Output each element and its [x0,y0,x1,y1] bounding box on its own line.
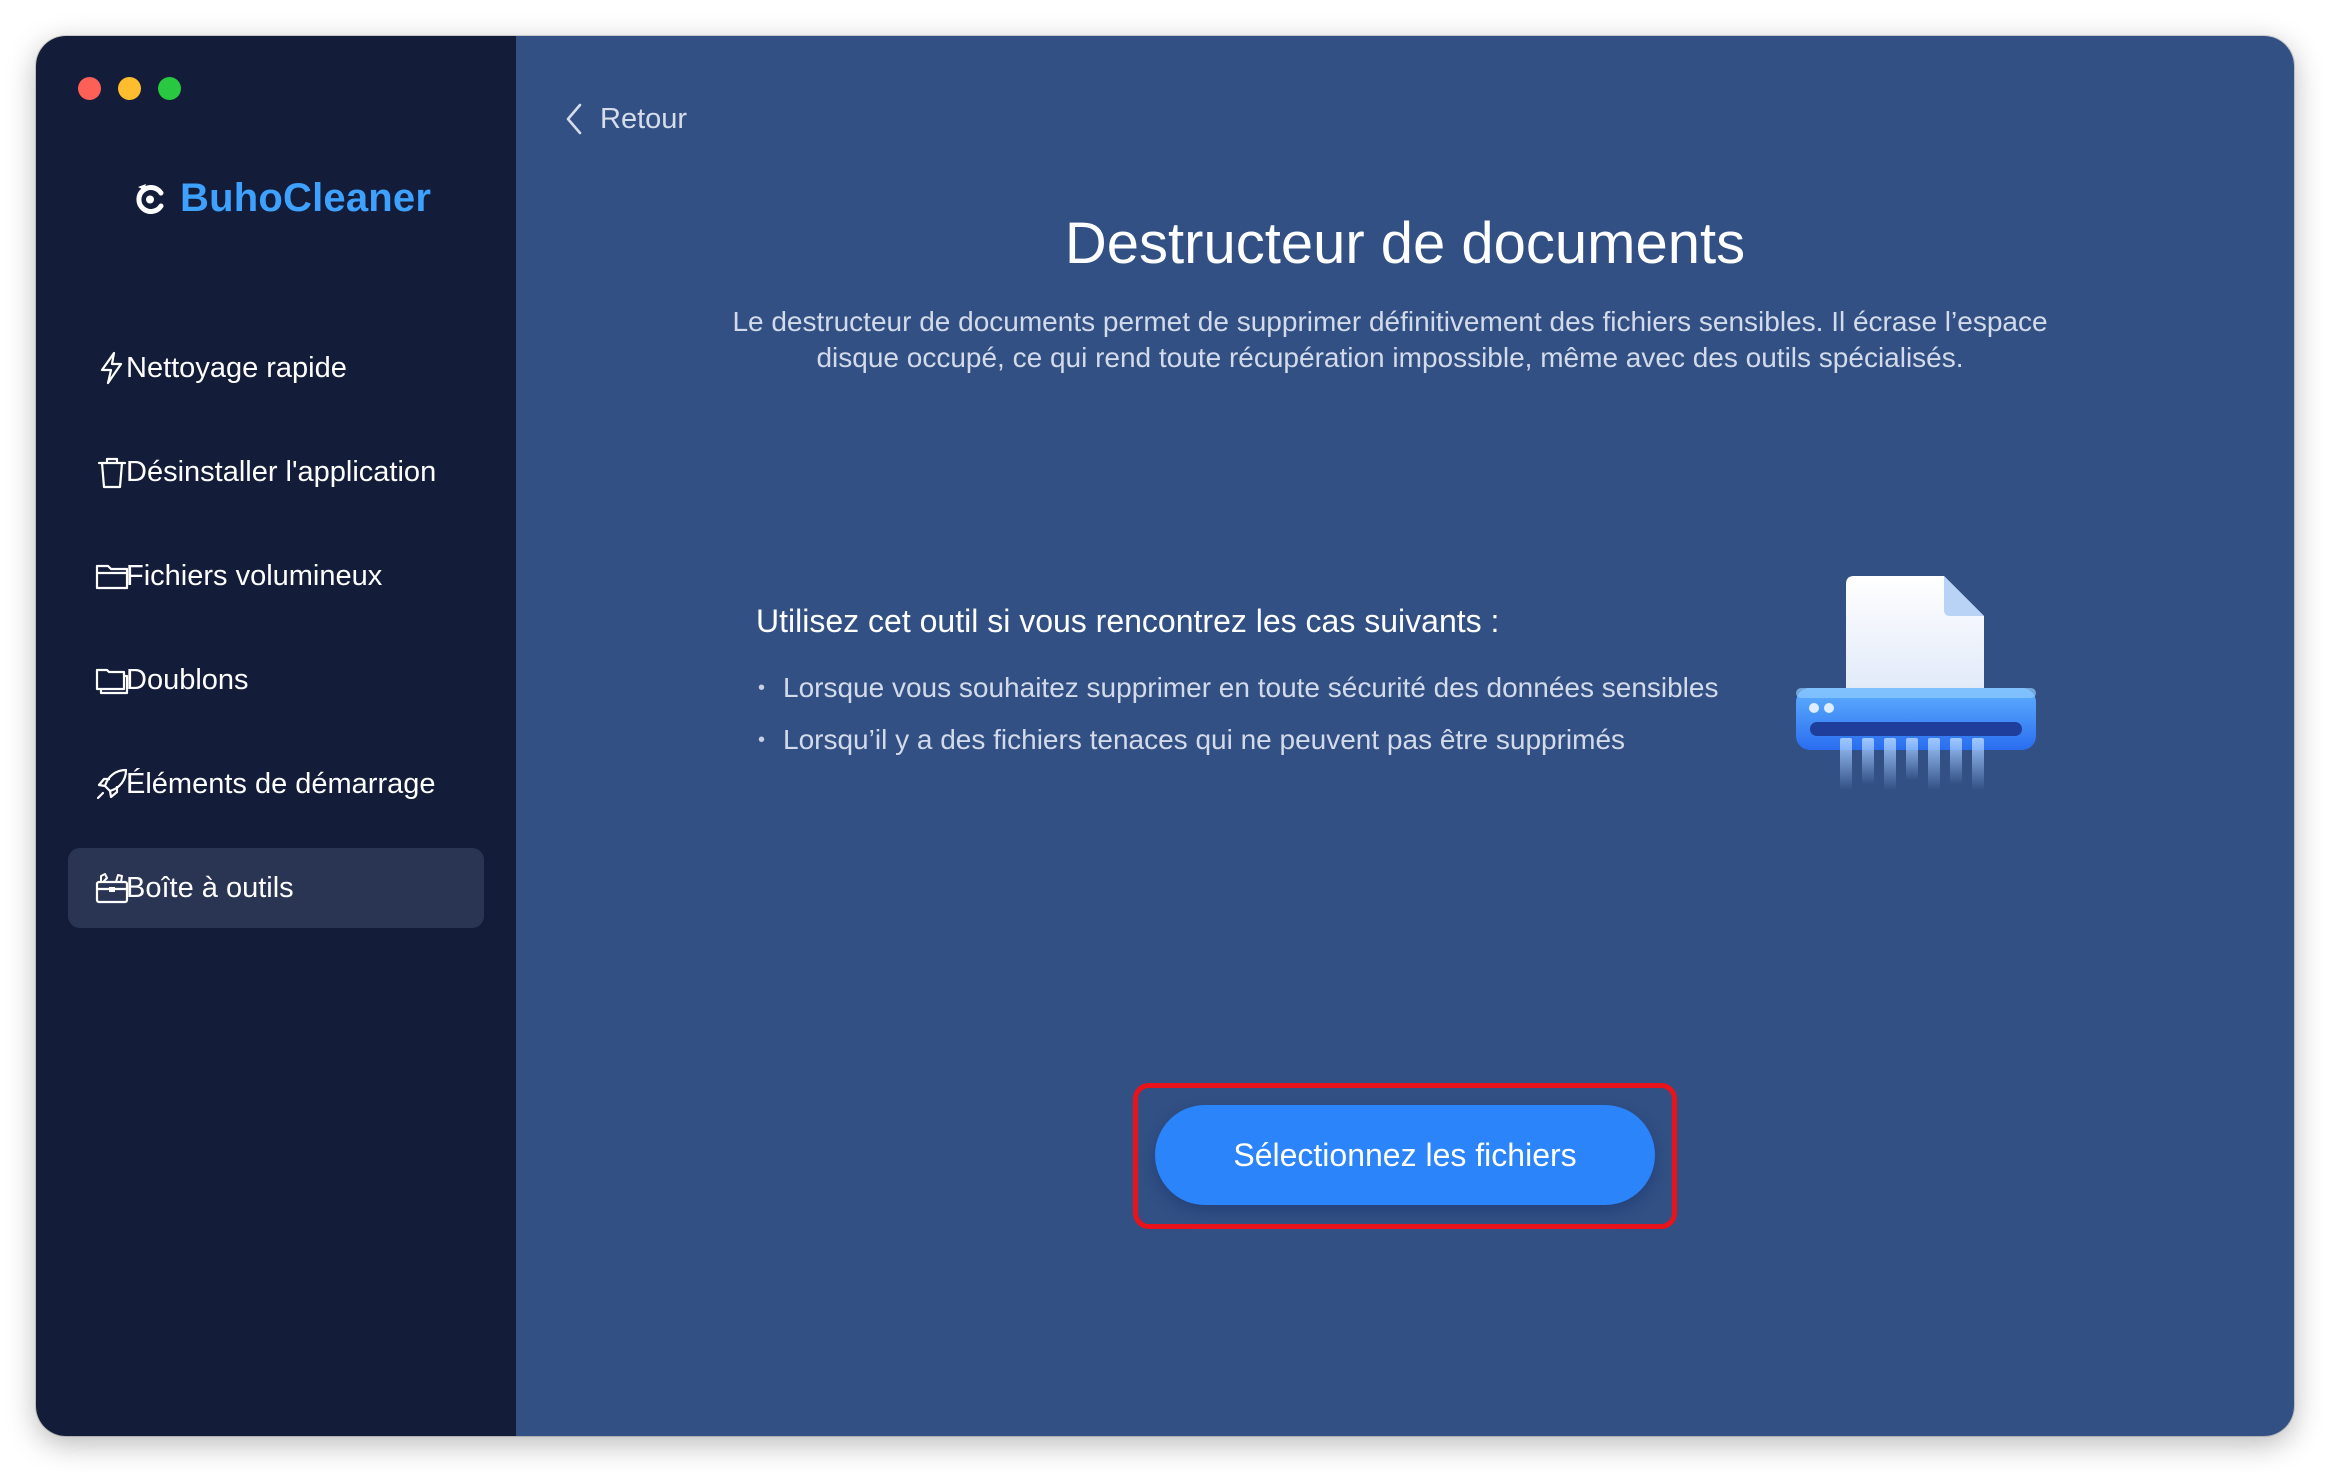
sidebar-item-desinstaller[interactable]: Désinstaller l'application [68,432,484,512]
usecase-text: Lorsque vous souhaitez supprimer en tout… [783,672,1719,703]
page-title: Destructeur de documents [1064,211,1746,276]
usecase-text: Lorsqu’il y a des fichiers tenaces qui n… [783,724,1626,755]
sidebar-item-doublons[interactable]: Doublons [68,640,484,720]
minimize-window-button[interactable] [118,77,141,100]
usecase-heading: Utilisez cet outil si vous rencontrez le… [756,603,1500,639]
usecase-section: Utilisez cet outil si vous rencontrez le… [756,603,1776,766]
sidebar-item-label: Boîte à outils [126,871,294,904]
list-item: • Lorsque vous souhaitez supprimer en to… [756,662,1776,714]
bullet-icon: • [758,728,766,751]
page-description: Le destructeur de documents permet de su… [732,306,2048,373]
back-button[interactable]: Retour [564,102,687,136]
duplicate-folder-icon [95,668,129,695]
window-controls [78,77,181,100]
chevron-left-icon [566,103,582,135]
lightning-icon [100,351,123,385]
select-files-button[interactable]: Sélectionnez les fichiers [1155,1105,1655,1205]
sidebar-item-label: Fichiers volumineux [126,559,383,592]
bullet-icon: • [758,676,766,699]
list-item: • Lorsqu’il y a des fichiers tenaces qui… [756,714,1776,766]
sidebar-item-nettoyage-rapide[interactable]: Nettoyage rapide [68,328,484,408]
sidebar-item-label: Doublons [126,663,249,696]
trash-icon [97,457,127,489]
sidebar: BuhoCleaner Nettoyage rapide Désinstalle… [36,36,516,1436]
toolbox-icon [95,873,129,904]
rocket-icon [96,768,128,800]
brand: BuhoCleaner [132,176,431,221]
sidebar-item-boite-a-outils[interactable]: Boîte à outils [68,848,484,928]
close-window-button[interactable] [78,77,101,100]
sidebar-item-label: Éléments de démarrage [126,767,436,800]
sidebar-item-demarrage[interactable]: Éléments de démarrage [68,744,484,824]
zoom-window-button[interactable] [158,77,181,100]
document-shredder-icon [1796,576,2036,790]
folder-icon [95,564,129,590]
brand-name: BuhoCleaner [180,176,432,220]
sidebar-item-label: Désinstaller l'application [126,455,437,488]
sidebar-item-label: Nettoyage rapide [126,351,347,384]
sidebar-item-fichiers-volumineux[interactable]: Fichiers volumineux [68,536,484,616]
sidebar-nav: Nettoyage rapide Désinstaller l'applicat… [68,328,484,952]
back-label: Retour [600,102,688,135]
buho-logo-icon [136,183,164,214]
